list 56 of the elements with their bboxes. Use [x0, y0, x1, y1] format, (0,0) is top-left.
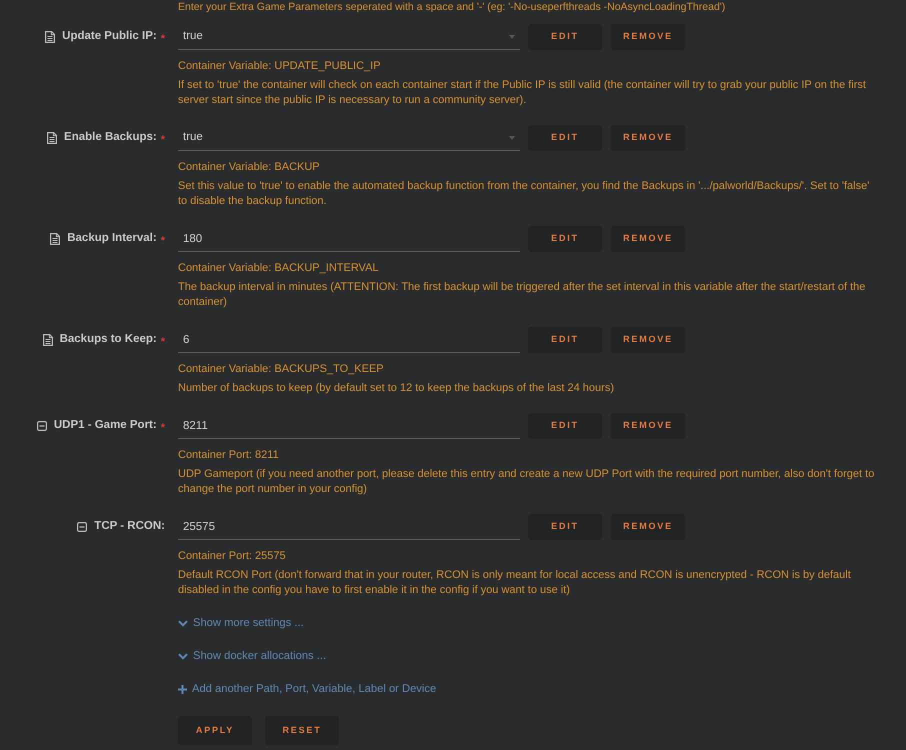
edit-button[interactable]: EDIT — [528, 125, 602, 151]
expand-link[interactable]: Show more settings ... — [178, 616, 304, 630]
description-text: Number of backups to keep (by default set to 12 to keep the backups of the last 24 hours) — [178, 381, 615, 396]
apply-button[interactable]: APPLY — [178, 716, 252, 745]
chevron-down-icon — [178, 620, 188, 626]
input-field[interactable]: 6 — [178, 327, 520, 353]
required-mark: * — [160, 133, 165, 148]
chevron-down-icon — [178, 652, 188, 660]
edit-button[interactable]: EDIT — [528, 24, 602, 50]
description-text: The backup interval in minutes (ATTENTION: The first backup will be triggered after the set interval in this variable after the start/restart of the container) — [178, 280, 866, 310]
container-target-text: Container Variable: BACKUP_INTERVAL — [178, 261, 379, 276]
edit-button[interactable]: EDIT — [528, 327, 602, 353]
edit-button[interactable]: EDIT — [528, 514, 602, 540]
remove-button[interactable]: REMOVE — [611, 514, 685, 540]
field-label: TCP - RCON: — [94, 519, 165, 534]
required-mark: * — [160, 335, 165, 350]
minus-square-icon — [36, 421, 47, 431]
hint-text: Enter your Extra Game Parameters seperated with a space and '-' (eg: '-No-useperfthreads -NoAsyncLoadingThread') — [178, 0, 726, 14]
document-icon — [50, 233, 60, 245]
reset-button[interactable]: RESET — [265, 716, 339, 745]
remove-button[interactable]: REMOVE — [611, 24, 685, 50]
edit-button[interactable]: EDIT — [528, 413, 602, 439]
required-mark: * — [160, 32, 165, 48]
edit-button[interactable]: EDIT — [528, 226, 602, 252]
required-mark: * — [160, 234, 165, 250]
field-label: Enable Backups: — [64, 130, 157, 146]
container-target-text: Container Variable: BACKUP — [178, 160, 320, 175]
container-target-text: Container Variable: UPDATE_PUBLIC_IP — [178, 59, 381, 74]
required-mark: * — [160, 421, 165, 436]
container-target-text: Container Port: 25575 — [178, 549, 286, 564]
plus-icon — [178, 684, 187, 694]
remove-button[interactable]: REMOVE — [611, 413, 685, 439]
field-label: UDP1 - Game Port: — [54, 418, 157, 434]
expand-link[interactable]: Show docker allocations ... — [178, 649, 326, 663]
document-icon — [45, 31, 56, 43]
description-text: Set this value to 'true' to enable the automated backup function from the container, you find the Backups in '.../palworld/Backups/'. Set to 'false' to disable the backup function. — [178, 179, 870, 209]
document-icon — [42, 334, 53, 346]
remove-button[interactable]: REMOVE — [611, 226, 685, 252]
input-field[interactable]: 8211 — [178, 413, 520, 439]
container-target-text: Container Port: 8211 — [178, 448, 279, 463]
description-text: UDP Gameport (if you need another port, please delete this entry and create a new UDP Port with the required port number, also don't forget to change the port number in your config) — [178, 467, 876, 497]
input-field[interactable]: 25575 — [178, 514, 520, 540]
add-link[interactable]: Add another Path, Port, Variable, Label or Device — [178, 682, 436, 696]
input-field[interactable]: 180 — [178, 226, 520, 252]
description-text: If set to 'true' the container will check on each container start if the Public IP is still valid (the container will try to grab your public IP on the first server start since the public IP is necessary to run a community server). — [178, 78, 867, 108]
description-text: Default RCON Port (don't forward that in your router, RCON is only meant for local access and RCON is unencrypted - RCON is by default disabled in the config you have to first enable it in the config if you want to use it) — [178, 568, 852, 598]
container-target-text: Container Variable: BACKUPS_TO_KEEP — [178, 362, 384, 377]
select-field[interactable]: true — [178, 24, 520, 50]
field-label: Update Public IP: — [62, 29, 157, 44]
minus-square-icon — [77, 522, 88, 532]
remove-button[interactable]: REMOVE — [611, 327, 685, 353]
remove-button[interactable]: REMOVE — [611, 125, 685, 151]
select-field[interactable]: true — [178, 125, 520, 151]
document-icon — [47, 132, 58, 144]
field-label: Backup Interval: — [67, 231, 157, 246]
field-label: Backups to Keep: — [60, 332, 157, 348]
